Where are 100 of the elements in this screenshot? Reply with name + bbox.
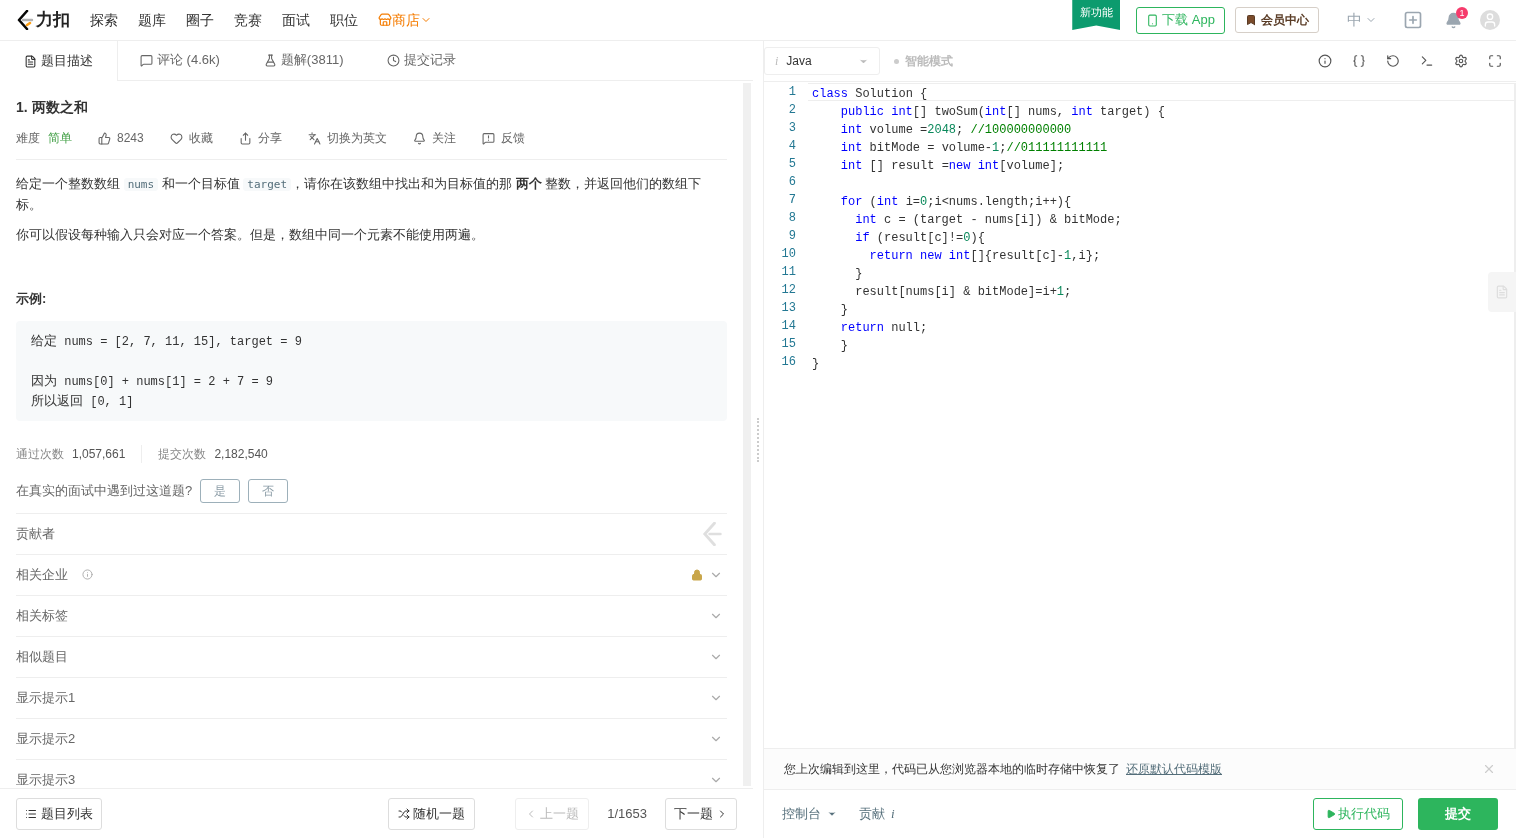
shuffle-icon [398,807,411,820]
description-paragraph: 你可以假设每种输入只会对应一个答案。但是，数组中同一个元素不能使用两遍。 [16,226,485,244]
code-line: } [839,339,848,353]
settings-icon[interactable] [1454,54,1468,68]
feedback-icon [481,131,495,145]
tab[interactable]: 题解(3811) [241,40,366,80]
code-line: } [854,267,863,281]
tab[interactable]: 评论 (4.6k) [118,40,242,80]
section-title: 相关企业 [16,565,68,584]
line-number: 1 [787,84,796,101]
bell-icon [412,131,426,145]
code-line: } [839,303,848,317]
nav-link[interactable]: 题库 [138,9,166,31]
description-paragraph: 给定一个整数数组 nums 和一个目标值 target ，请你在该数组中找出和为目标值的那 两个 整数，并返回他们的数组下标。 [16,175,703,214]
tab[interactable]: 提交记录 [365,40,479,80]
code-line: public int[] twoSum(int[] nums, int target) { [839,105,1165,119]
notice-text: 您上次编辑到这里，代码已从您浏览器本地的临时存储中恢复了 [784,761,1120,778]
code-line: return new int[]{result[c]-1,i}; [868,249,1101,263]
action-button[interactable]: 反馈 [481,129,525,147]
logo-icon [16,10,34,30]
vip-button[interactable]: 会员中心 [1235,7,1319,33]
tab[interactable]: 题目描述 [0,41,118,81]
section-title: 相似题目 [16,647,68,666]
playground-icon[interactable] [1403,10,1423,30]
code-line: class Solution { [812,87,928,101]
example-heading: 示例: [16,290,48,308]
side-handle[interactable] [1488,272,1516,312]
document-icon [24,54,37,68]
nav-link[interactable]: 圈子 [186,9,214,31]
nav-link[interactable]: 探索 [90,9,118,31]
action-button[interactable]: 收藏 [169,129,213,147]
brand-name[interactable]: 力扣 [36,7,70,33]
line-number: 3 [787,120,796,137]
notification-icon[interactable] [1445,11,1462,29]
random-button[interactable]: 随机一题 [388,797,476,830]
console-button[interactable]: 控制台 [782,804,837,824]
section-title: 显示提示2 [16,729,76,748]
problem-list-button[interactable]: 题目列表 [16,797,102,830]
lock-icon [691,568,703,581]
new-feature-ribbon[interactable]: 新功能 [1072,0,1121,30]
action-button[interactable]: 关注 [412,129,456,147]
reset-icon[interactable] [1386,54,1400,68]
restore-template-link[interactable]: 还原默认代码模版 [1126,760,1222,778]
difficulty-value: 简单 [48,130,72,147]
line-number: 13 [780,300,796,317]
action-button[interactable]: 分享 [238,129,282,147]
line-number: 12 [780,282,796,299]
accordion-row[interactable]: 相关标签 [16,594,727,636]
info-icon [82,569,93,580]
section-title: 相关标签 [16,606,68,625]
nav-link[interactable]: 职位 [330,9,358,31]
line-number: 14 [780,318,796,335]
accordion-row[interactable]: 相似题目 [16,635,727,677]
section-title: 贡献者 [16,524,55,543]
accordion-row[interactable]: 显示提示2 [16,717,727,759]
line-number: 7 [787,192,796,209]
next-button[interactable]: 下一题 [665,797,737,830]
line-number: 2 [787,102,796,119]
fullscreen-icon[interactable] [1488,54,1502,68]
interview-question: 在真实的面试中遇到过这道题? [16,481,193,500]
action-button[interactable]: 8243 [98,129,144,147]
format-icon[interactable] [1352,54,1366,68]
line-number: 8 [787,210,796,227]
example-code-block: 给定 nums = [2, 7, 11, 15], target = 9 因为 nums[0] + nums[1] = 2 + 7 = 9 所以返回 [0, 1] [16,320,727,421]
accordion-row[interactable]: 显示提示3 [16,758,727,788]
info-icon[interactable] [1318,54,1332,68]
line-number: 10 [780,246,796,263]
notification-badge: 1 [1456,6,1468,19]
difficulty-label: 难度 [16,130,40,147]
accordion-row[interactable]: 贡献者 [16,512,727,554]
line-number: 11 [780,264,796,281]
action-button[interactable]: 切换为英文 [307,129,387,147]
contribute-button[interactable]: 贡献 i [859,804,895,824]
line-number: 15 [780,336,796,353]
problem-title: 1. 两数之和 [16,98,89,117]
code-line: if (result[c]!=0){ [854,231,985,245]
code-line: return null; [839,321,928,335]
list-icon [25,807,37,820]
code-line: } [812,357,820,371]
line-number: 5 [787,156,796,173]
terminal-icon[interactable] [1420,54,1434,68]
language-select[interactable]: i Java [764,47,880,75]
clock-icon [387,53,401,67]
stat-value: 2,182,540 [214,445,268,463]
thumbs-up-icon [98,131,111,145]
caret-icon [827,809,837,819]
bookmark-icon [1245,14,1257,26]
nav-link[interactable]: 面试 [282,9,310,31]
code-line: for (int i=0;i<nums.length;i++){ [839,195,1072,209]
accordion-row[interactable]: 显示提示1 [16,676,727,718]
accordion-row[interactable]: 相关企业 [16,553,727,595]
flask-icon [263,53,277,67]
comment-icon [140,53,153,67]
share-icon [238,131,252,145]
code-line: int volume =2048; //100000000000 [839,123,1072,137]
nav-link[interactable]: 竞赛 [234,9,262,31]
line-number: 9 [787,228,796,245]
translate-icon [307,131,321,145]
stat-label: 提交次数 [158,445,207,463]
code-line: result[nums[i] & bitMode]=i+1; [854,285,1072,299]
